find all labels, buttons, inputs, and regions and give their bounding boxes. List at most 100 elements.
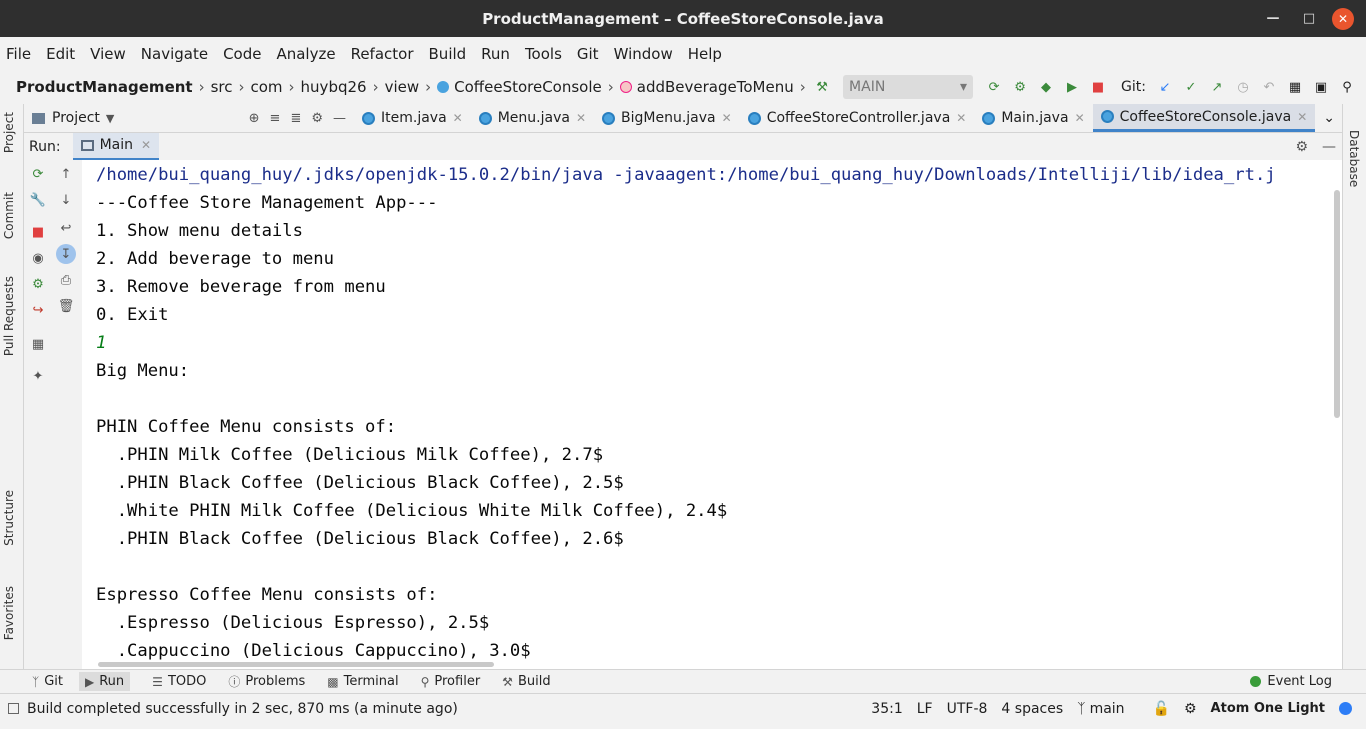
chevron-down-icon[interactable]: ▼ xyxy=(106,112,114,125)
tab-coffeestoreconsole-java[interactable]: CoffeeStoreConsole.java ✕ xyxy=(1092,104,1316,132)
rollback-icon[interactable]: ↶ xyxy=(1259,77,1279,97)
menu-build[interactable]: Build xyxy=(429,45,467,63)
rerun-icon[interactable]: ⟳ xyxy=(984,77,1004,97)
print-icon[interactable]: ⎙ xyxy=(58,272,74,288)
wrench-icon[interactable]: 🔧 xyxy=(30,192,46,208)
gear-icon[interactable]: ⚙ xyxy=(1295,139,1308,155)
indent-setting[interactable]: 4 spaces xyxy=(1001,701,1063,717)
debug-icon[interactable]: ⚙ xyxy=(1010,77,1030,97)
layout-icon[interactable]: ▣ xyxy=(1311,77,1331,97)
maximize-icon[interactable]: □ xyxy=(1296,6,1322,32)
search-icon[interactable]: ⚲ xyxy=(1337,77,1357,97)
project-structure-icon[interactable]: ▦ xyxy=(1285,77,1305,97)
tool-problems[interactable]: ⓘ Problems xyxy=(228,673,305,690)
console-vertical-scrollbar[interactable] xyxy=(1334,190,1340,418)
menu-analyze[interactable]: Analyze xyxy=(276,45,335,63)
tool-tab-favorites[interactable]: Favorites xyxy=(2,586,16,640)
minimize-icon[interactable]: — xyxy=(1260,6,1286,32)
arrow-up-icon[interactable]: ↑ xyxy=(58,166,74,182)
menu-tools[interactable]: Tools xyxy=(525,45,562,63)
exit-icon[interactable]: ↪ xyxy=(30,302,46,318)
pin-icon[interactable]: ✦ xyxy=(30,368,46,384)
rerun-icon[interactable]: ⟳ xyxy=(30,166,46,182)
git-push-icon[interactable]: ↗ xyxy=(1207,77,1227,97)
close-icon[interactable]: ✕ xyxy=(1297,110,1307,124)
trash-icon[interactable]: 🗑 xyxy=(58,298,75,314)
tool-windows-icon[interactable] xyxy=(8,703,19,714)
breadcrumb-src[interactable]: src xyxy=(211,78,233,96)
lock-icon[interactable]: 🔓 xyxy=(1153,701,1170,717)
tool-build[interactable]: ⚒ Build xyxy=(502,674,550,689)
soft-wrap-icon[interactable]: ↩ xyxy=(58,220,74,236)
tool-git[interactable]: ᛉ Git xyxy=(32,674,63,689)
expand-all-icon[interactable]: ≡ xyxy=(270,111,281,126)
close-icon[interactable]: ✕ xyxy=(141,138,151,152)
menu-git[interactable]: Git xyxy=(577,45,599,63)
tool-run[interactable]: ▶ Run xyxy=(79,672,131,691)
file-encoding[interactable]: UTF-8 xyxy=(947,701,988,717)
menu-view[interactable]: View xyxy=(90,45,126,63)
close-icon[interactable]: ✕ xyxy=(1075,111,1085,125)
console-output[interactable]: /home/bui_quang_huy/.jdks/openjdk-15.0.2… xyxy=(82,160,1342,669)
tab-menu-java[interactable]: Menu.java ✕ xyxy=(471,104,594,132)
git-update-icon[interactable]: ↙ xyxy=(1155,77,1175,97)
locate-icon[interactable]: ⊕ xyxy=(249,111,260,126)
notification-dot-icon[interactable] xyxy=(1339,702,1352,715)
gear-icon[interactable]: ⚙ xyxy=(311,111,323,126)
arrow-down-icon[interactable]: ↓ xyxy=(58,192,74,208)
breadcrumb-project[interactable]: ProductManagement xyxy=(16,78,193,96)
tabs-overflow-button[interactable]: ⌄ xyxy=(1315,104,1343,132)
collapse-all-icon[interactable]: ≣ xyxy=(290,111,301,126)
close-icon[interactable]: ✕ xyxy=(1332,7,1354,30)
tool-terminal[interactable]: ▩ Terminal xyxy=(327,674,398,689)
hammer-icon[interactable]: ⚒ xyxy=(812,77,832,97)
project-panel-title[interactable]: Project xyxy=(52,110,100,126)
tool-tab-structure[interactable]: Structure xyxy=(2,490,16,546)
scroll-to-end-icon[interactable]: ↧ xyxy=(56,244,76,264)
breadcrumb-package[interactable]: huybq26 xyxy=(301,78,367,96)
menu-refactor[interactable]: Refactor xyxy=(351,45,414,63)
git-branch[interactable]: ᛉ main xyxy=(1077,701,1138,717)
menu-navigate[interactable]: Navigate xyxy=(141,45,208,63)
tool-tab-pull-requests[interactable]: Pull Requests xyxy=(2,276,16,356)
breadcrumb-com[interactable]: com xyxy=(251,78,283,96)
camera-icon[interactable]: ◉ xyxy=(30,250,46,266)
menu-help[interactable]: Help xyxy=(688,45,722,63)
tab-bigmenu-java[interactable]: BigMenu.java ✕ xyxy=(594,104,740,132)
menu-code[interactable]: Code xyxy=(223,45,261,63)
stop-icon[interactable]: ■ xyxy=(1088,77,1108,97)
git-commit-icon[interactable]: ✓ xyxy=(1181,77,1201,97)
close-icon[interactable]: ✕ xyxy=(453,111,463,125)
tool-profiler[interactable]: ⚲ Profiler xyxy=(421,674,481,689)
breadcrumb-class[interactable]: CoffeeStoreConsole xyxy=(454,78,602,96)
menu-file[interactable]: File xyxy=(6,45,31,63)
menu-run[interactable]: Run xyxy=(481,45,510,63)
breadcrumb-method[interactable]: addBeverageToMenu xyxy=(637,78,794,96)
hide-icon[interactable]: — xyxy=(1322,139,1336,155)
coverage-icon[interactable]: ◆ xyxy=(1036,77,1056,97)
line-separator[interactable]: LF xyxy=(917,701,933,717)
run-tab-main[interactable]: Main ✕ xyxy=(72,132,160,161)
status-message[interactable]: Build completed successfully in 2 sec, 8… xyxy=(27,701,458,717)
profile-icon[interactable]: ▶ xyxy=(1062,77,1082,97)
hide-icon[interactable]: — xyxy=(333,111,346,126)
tool-todo[interactable]: ☰ TODO xyxy=(152,674,206,689)
close-icon[interactable]: ✕ xyxy=(576,111,586,125)
tab-item-java[interactable]: Item.java ✕ xyxy=(354,104,471,132)
stop-icon[interactable]: ■ xyxy=(30,224,46,240)
layout-icon[interactable]: ▦ xyxy=(30,336,46,352)
tab-main-java[interactable]: Main.java ✕ xyxy=(974,104,1092,132)
run-config-select[interactable]: MAIN ▾ xyxy=(843,75,974,99)
bug-icon[interactable]: ⚙ xyxy=(30,276,46,292)
event-log-button[interactable]: Event Log xyxy=(1250,674,1332,689)
history-icon[interactable]: ◷ xyxy=(1233,77,1253,97)
console-horizontal-scrollbar[interactable] xyxy=(98,662,494,667)
theme-icon[interactable]: ⚙ xyxy=(1184,701,1197,717)
tab-coffeestorecontroller-java[interactable]: CoffeeStoreController.java ✕ xyxy=(740,104,975,132)
tool-tab-project[interactable]: Project xyxy=(2,112,16,153)
theme-name[interactable]: Atom One Light xyxy=(1211,701,1325,716)
menu-window[interactable]: Window xyxy=(614,45,673,63)
caret-position[interactable]: 35:1 xyxy=(871,701,902,717)
close-icon[interactable]: ✕ xyxy=(956,111,966,125)
tool-tab-database[interactable]: Database xyxy=(1347,130,1361,187)
